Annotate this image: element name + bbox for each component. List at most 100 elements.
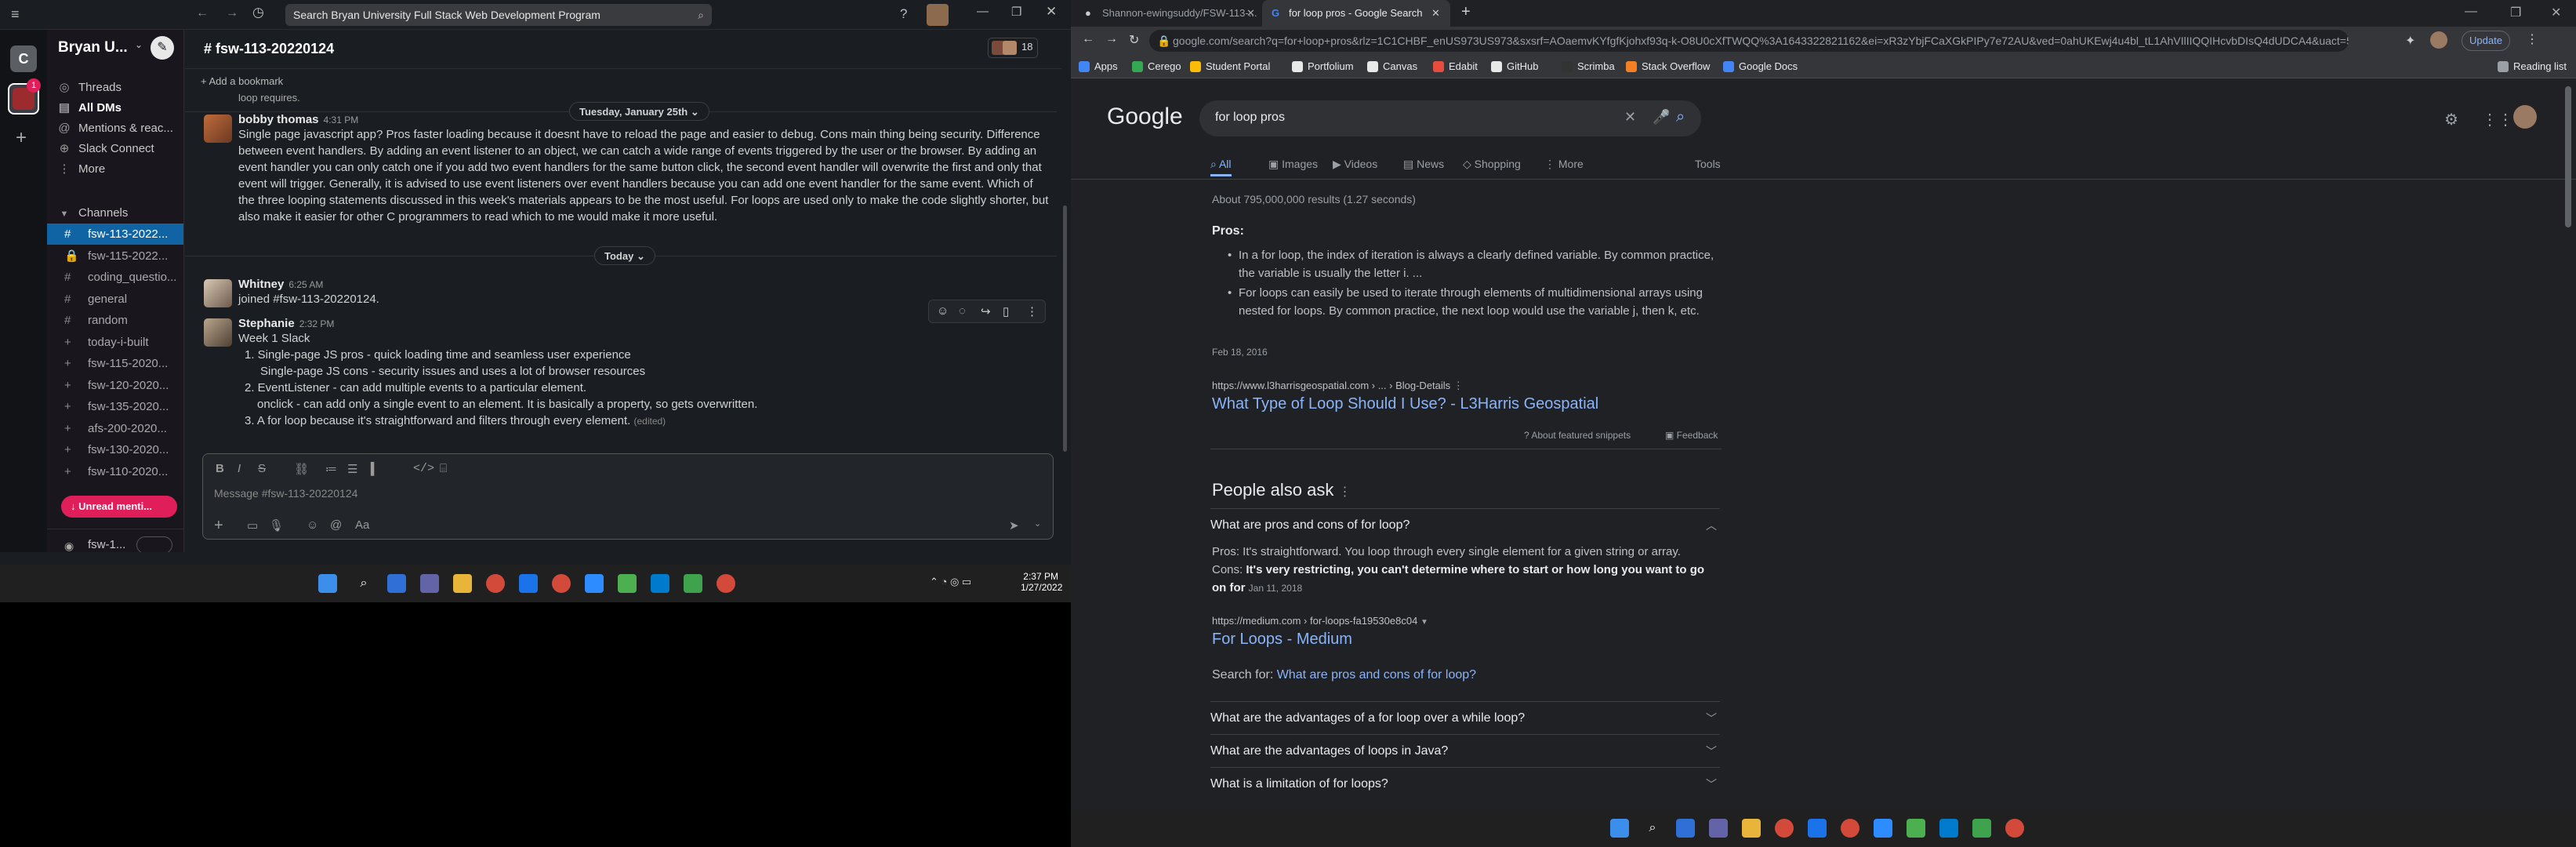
sidebar-item-channel[interactable]: + fsw-120-2020... [47, 375, 183, 396]
about-featured-snippets[interactable]: ? About featured snippets [1524, 430, 1631, 441]
back-arrow-icon[interactable]: ← [196, 6, 209, 20]
close-tab-icon[interactable]: ✕ [1246, 7, 1255, 20]
message-author[interactable]: bobby thomas [238, 113, 319, 126]
settings-gear-icon[interactable]: ⚙ [2444, 110, 2458, 129]
sidebar-item-channel[interactable]: + fsw-135-2020... [47, 396, 183, 417]
sidebar-item-mentions[interactable]: @ Mentions & reac... [56, 118, 182, 139]
members-button[interactable]: 18 [988, 38, 1038, 58]
minimize-icon[interactable]: — [2465, 5, 2477, 19]
bookmark-item[interactable]: Apps [1077, 55, 1118, 78]
sidebar-item-channel[interactable]: + fsw-130-2020... [47, 439, 183, 460]
chrome-icon[interactable] [2005, 819, 2024, 838]
close-icon[interactable]: ✕ [1046, 4, 1057, 20]
update-button[interactable]: Update [2462, 31, 2510, 51]
slack-search-input[interactable]: Search Bryan University Full Stack Web D… [285, 4, 712, 26]
search-icon[interactable]: ⌕ [1643, 819, 1662, 838]
sidebar-item-channel[interactable]: + fsw-110-2020... [47, 461, 183, 482]
message-author[interactable]: Stephanie [238, 317, 295, 330]
italic-icon[interactable]: I [238, 462, 241, 475]
vscode-icon[interactable] [651, 574, 669, 593]
bookmark-item[interactable]: Google Docs [1722, 55, 1798, 78]
microphone-icon[interactable]: 🎙 [269, 518, 284, 533]
close-icon[interactable]: ✕ [2551, 5, 2561, 20]
message-time[interactable]: 2:32 PM [299, 318, 335, 329]
composer-input[interactable]: Message #fsw-113-20220124 [214, 487, 357, 500]
help-icon[interactable]: ? [900, 6, 907, 22]
bookmark-item[interactable]: Portfolium [1290, 55, 1354, 78]
bookmark-item[interactable]: Edabit [1431, 55, 1478, 78]
maximize-icon[interactable]: ❐ [2510, 5, 2521, 20]
google-logo[interactable]: Google [1107, 104, 1183, 130]
apps-grid-icon[interactable]: ⋮⋮ [2482, 110, 2513, 129]
bookmark-item[interactable]: Scrimba [1560, 55, 1615, 78]
avatar[interactable] [204, 318, 232, 347]
avatar[interactable] [204, 115, 232, 143]
chat-icon[interactable] [420, 574, 439, 593]
task-view-icon[interactable] [1676, 819, 1695, 838]
bookmark-item[interactable]: GitHub [1489, 55, 1538, 78]
vscode-icon[interactable] [1939, 819, 1958, 838]
chrome-profile-icon[interactable] [552, 574, 571, 593]
attach-plus-icon[interactable]: + [214, 517, 223, 535]
send-icon[interactable]: ➤ [1009, 518, 1019, 533]
result-title-link[interactable]: For Loops - Medium [1212, 631, 1352, 649]
sidebar-item-channel[interactable]: # random [47, 310, 183, 331]
sidebar-item-channel[interactable]: # fsw-113-2022... [47, 224, 183, 245]
paa-question[interactable]: What are the advantages of loops in Java… [1210, 734, 1720, 767]
tab-news[interactable]: ▤ News [1403, 158, 1444, 176]
reload-icon[interactable]: ↻ [1129, 32, 1139, 48]
result-title-link[interactable]: What Type of Loop Should I Use? - L3Harr… [1212, 395, 1598, 413]
windows-start-icon[interactable] [1610, 819, 1629, 838]
date-divider[interactable]: Today ⌄ [594, 246, 655, 265]
app-icon[interactable] [684, 574, 702, 593]
profile-avatar[interactable] [2430, 31, 2447, 49]
microphone-icon[interactable]: 🎤 [1653, 109, 1670, 125]
sidebar-item-all-dms[interactable]: ▤ All DMs [56, 98, 182, 118]
new-tab-icon[interactable]: + [1461, 3, 1471, 21]
paa-question-expanded[interactable]: What are pros and cons of for loop? ︿ [1210, 508, 1720, 541]
ordered-list-icon[interactable]: ≔ [325, 462, 337, 476]
tab-github[interactable]: ● Shannon-ewingsuddy/FSW-113-... [1076, 0, 1259, 27]
app-icon[interactable] [618, 574, 637, 593]
bookmark-item[interactable]: Cerego [1130, 55, 1181, 78]
add-bookmark-button[interactable]: + Add a bookmark [201, 75, 283, 87]
app-icon[interactable] [1907, 819, 1925, 838]
avatar[interactable] [204, 279, 232, 307]
zoom-icon[interactable] [585, 574, 604, 593]
bold-icon[interactable]: B [216, 462, 224, 475]
code-icon[interactable]: </> [413, 462, 434, 475]
bulleted-list-icon[interactable]: ☰ [347, 462, 357, 476]
sidebar-item-channel[interactable]: 🔒 fsw-115-2022... [47, 245, 183, 267]
maximize-icon[interactable]: ❐ [1011, 5, 1021, 19]
chrome-icon[interactable] [1775, 819, 1794, 838]
sidebar-item-channel[interactable]: + today-i-built [47, 332, 183, 353]
more-actions-icon[interactable]: ⋮ [1026, 304, 1038, 318]
send-options-icon[interactable]: ⌄ [1034, 518, 1041, 529]
clock[interactable]: 2:37 PM 1/27/2022 [1021, 571, 1062, 593]
app-icon[interactable] [1972, 819, 1991, 838]
file-explorer-icon[interactable] [453, 574, 472, 593]
windows-start-icon[interactable] [318, 574, 337, 593]
bookmark-item[interactable]: Canvas [1366, 55, 1417, 78]
search-for-link[interactable]: What are pros and cons of for loop? [1277, 668, 1476, 682]
add-workspace-icon[interactable]: + [16, 127, 27, 149]
tab-all[interactable]: ⌕ All [1210, 158, 1232, 176]
result-url[interactable]: https://medium.com › for-loops-fa19530e8… [1212, 615, 1428, 627]
back-arrow-icon[interactable]: ← [1082, 32, 1094, 46]
sidebar-item-slack-connect[interactable]: ⊕ Slack Connect [56, 139, 182, 159]
store-icon[interactable] [1808, 819, 1827, 838]
tab-videos[interactable]: ▶ Videos [1333, 158, 1377, 176]
search-icon[interactable]: ⌕ [1676, 108, 1685, 126]
chat-icon[interactable] [1709, 819, 1728, 838]
clear-icon[interactable]: ✕ [1624, 109, 1636, 125]
caret-down-icon[interactable]: ▼ [1420, 618, 1428, 627]
sidebar-item-channel[interactable]: # general [47, 289, 183, 310]
chrome-icon[interactable] [486, 574, 505, 593]
workspace-name[interactable]: Bryan U... [58, 39, 128, 56]
menu-icon[interactable]: ⋮ [2526, 31, 2538, 47]
unread-mentions-button[interactable]: ↓ Unread menti... [61, 496, 177, 518]
channel-title[interactable]: # fsw-113-20220124 [204, 41, 334, 57]
forward-arrow-icon[interactable]: → [226, 6, 238, 20]
page-scrollbar[interactable] [2565, 86, 2571, 227]
paa-question[interactable]: What is a limitation of for loops? ﹀ [1210, 767, 1720, 800]
